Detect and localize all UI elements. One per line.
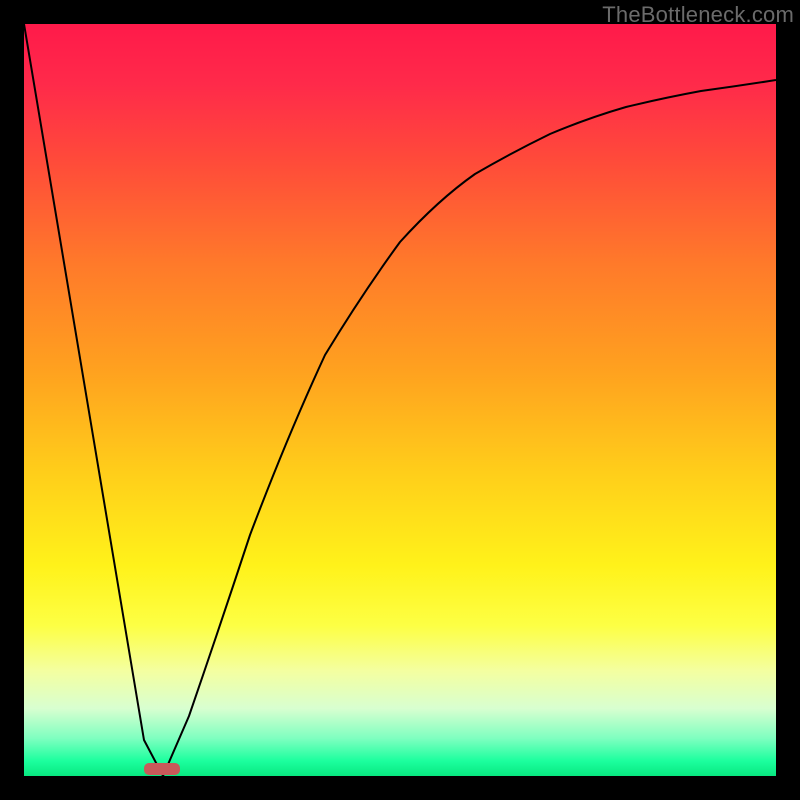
- optimum-marker: [144, 763, 180, 775]
- watermark-text: TheBottleneck.com: [602, 2, 794, 28]
- curve-svg: [24, 24, 776, 776]
- plot-area: [24, 24, 776, 776]
- bottleneck-curve-left: [24, 24, 163, 776]
- chart-frame: TheBottleneck.com: [0, 0, 800, 800]
- bottleneck-curve-right: [163, 80, 776, 776]
